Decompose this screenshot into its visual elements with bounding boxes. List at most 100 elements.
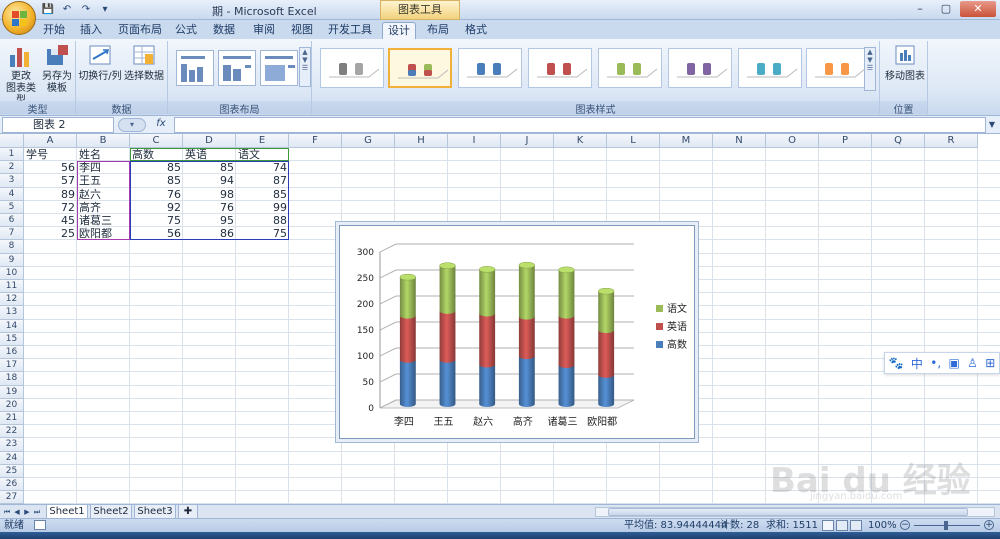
column-header-e[interactable]: E <box>236 134 289 148</box>
column-header-l[interactable]: L <box>607 134 660 148</box>
tab-review[interactable]: 审阅 <box>250 22 278 39</box>
row-header-9[interactable]: 9 <box>0 253 24 267</box>
tab-developer[interactable]: 开发工具 <box>328 22 372 39</box>
chart-style-2[interactable] <box>388 48 452 88</box>
row-header-5[interactable]: 5 <box>0 200 24 214</box>
select-data-button[interactable]: 选择数据 <box>122 43 166 83</box>
select-all-corner[interactable] <box>0 134 24 148</box>
last-sheet-icon[interactable]: ⏭ <box>32 506 42 518</box>
chart-layout-1[interactable] <box>176 50 214 86</box>
page-break-view-icon[interactable] <box>850 520 862 531</box>
ime-logo-icon[interactable]: 🐾 <box>889 356 904 370</box>
first-sheet-icon[interactable]: ⏮ <box>2 506 12 518</box>
ime-chinese-mode[interactable]: 中 <box>911 355 923 372</box>
column-header-m[interactable]: M <box>660 134 713 148</box>
row-header-2[interactable]: 2 <box>0 161 24 175</box>
ime-user-icon[interactable]: ♙ <box>967 356 978 370</box>
save-icon[interactable]: 💾 <box>40 2 56 17</box>
chart-style-3[interactable] <box>458 48 522 88</box>
row-header-16[interactable]: 16 <box>0 346 24 360</box>
redo-icon[interactable]: ↷ <box>78 2 94 17</box>
zoom-in-icon[interactable]: + <box>984 520 994 530</box>
ime-punctuation-icon[interactable]: •, <box>930 356 941 370</box>
office-button[interactable] <box>2 1 36 35</box>
column-header-p[interactable]: P <box>819 134 872 148</box>
column-header-r[interactable]: R <box>925 134 978 148</box>
tab-page-layout[interactable]: 页面布局 <box>116 22 164 39</box>
cell-a2[interactable]: 56 <box>24 161 77 174</box>
prev-sheet-icon[interactable]: ◀ <box>12 506 22 518</box>
tab-view[interactable]: 视图 <box>288 22 316 39</box>
column-header-n[interactable]: N <box>713 134 766 148</box>
layout-gallery-scroll[interactable]: ▲ ▼ ☰ <box>299 47 311 87</box>
style-gallery-scroll[interactable]: ▲ ▼ ☰ <box>864 47 876 91</box>
minimize-button[interactable]: – <box>908 1 932 17</box>
chart-style-8[interactable] <box>806 48 870 88</box>
row-header-14[interactable]: 14 <box>0 319 24 333</box>
row-header-1[interactable]: 1 <box>0 148 24 162</box>
row-header-10[interactable]: 10 <box>0 266 24 280</box>
horizontal-scrollbar[interactable] <box>595 507 995 517</box>
column-header-k[interactable]: K <box>554 134 607 148</box>
cell-a4[interactable]: 89 <box>24 188 77 201</box>
zoom-out-icon[interactable]: − <box>900 520 910 530</box>
column-header-a[interactable]: A <box>24 134 77 148</box>
macro-record-icon[interactable] <box>34 520 46 530</box>
cell-a5[interactable]: 72 <box>24 201 77 214</box>
customize-qat-icon[interactable]: ▾ <box>97 2 113 17</box>
close-button[interactable]: ✕ <box>960 1 996 17</box>
column-header-o[interactable]: O <box>766 134 819 148</box>
row-header-20[interactable]: 20 <box>0 398 24 412</box>
row-header-21[interactable]: 21 <box>0 412 24 426</box>
column-header-h[interactable]: H <box>395 134 448 148</box>
maximize-button[interactable]: ▢ <box>934 1 958 17</box>
cell-a1[interactable]: 学号 <box>24 148 77 161</box>
cell-a3[interactable]: 57 <box>24 174 77 187</box>
column-header-c[interactable]: C <box>130 134 183 148</box>
insert-function-button[interactable]: fx <box>150 118 172 129</box>
row-header-25[interactable]: 25 <box>0 464 24 478</box>
horizontal-scroll-thumb[interactable] <box>608 508 968 516</box>
row-header-18[interactable]: 18 <box>0 372 24 386</box>
chart-layout-3[interactable] <box>260 50 298 86</box>
column-header-j[interactable]: J <box>501 134 554 148</box>
ime-menu-icon[interactable]: ⊞ <box>985 356 995 370</box>
row-header-13[interactable]: 13 <box>0 306 24 320</box>
row-header-17[interactable]: 17 <box>0 359 24 373</box>
row-header-26[interactable]: 26 <box>0 478 24 492</box>
change-chart-type-button[interactable]: 更改 图表类型 <box>4 43 38 107</box>
zoom-slider-thumb[interactable] <box>944 521 948 530</box>
sheet-tab-sheet1[interactable]: Sheet1 <box>46 505 88 519</box>
row-header-12[interactable]: 12 <box>0 293 24 307</box>
tab-format[interactable]: 格式 <box>462 22 490 39</box>
next-sheet-icon[interactable]: ▶ <box>22 506 32 518</box>
chart-style-6[interactable] <box>668 48 732 88</box>
name-box[interactable]: 图表 2 <box>2 117 114 133</box>
cell-a7[interactable]: 25 <box>24 227 77 240</box>
chart-style-5[interactable] <box>598 48 662 88</box>
row-header-15[interactable]: 15 <box>0 332 24 346</box>
row-header-8[interactable]: 8 <box>0 240 24 254</box>
normal-view-icon[interactable] <box>822 520 834 531</box>
cell-b1[interactable]: 姓名 <box>77 148 130 161</box>
stacked-cylinder-chart[interactable]: 0 50 100 150 200 250 300 李四 王五 赵六 高齐 诸葛三 欧阳都 语文 英语 高数 <box>339 225 695 439</box>
tab-design[interactable]: 设计 <box>382 22 416 39</box>
column-header-i[interactable]: I <box>448 134 501 148</box>
row-header-11[interactable]: 11 <box>0 280 24 294</box>
row-header-23[interactable]: 23 <box>0 438 24 452</box>
row-header-19[interactable]: 19 <box>0 385 24 399</box>
undo-icon[interactable]: ↶ <box>59 2 75 17</box>
tab-insert[interactable]: 插入 <box>76 22 106 39</box>
tab-home[interactable]: 开始 <box>40 22 68 39</box>
name-box-dropdown-icon[interactable]: ▾ <box>118 118 146 132</box>
column-header-q[interactable]: Q <box>872 134 925 148</box>
column-header-d[interactable]: D <box>183 134 236 148</box>
tab-data[interactable]: 数据 <box>210 22 238 39</box>
column-header-f[interactable]: F <box>289 134 342 148</box>
expand-formula-bar-icon[interactable]: ▼ <box>986 117 998 133</box>
tab-layout[interactable]: 布局 <box>424 22 452 39</box>
row-header-3[interactable]: 3 <box>0 174 24 188</box>
row-header-22[interactable]: 22 <box>0 425 24 439</box>
switch-row-column-button[interactable]: 切换行/列 <box>78 43 122 83</box>
cell-a6[interactable]: 45 <box>24 214 77 227</box>
